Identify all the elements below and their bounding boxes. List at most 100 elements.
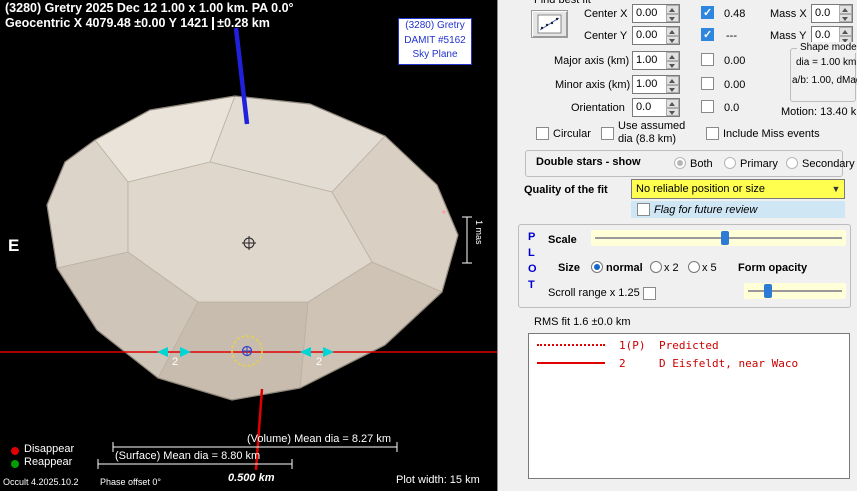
size-x5-radio[interactable] — [688, 261, 700, 273]
scroll-range-checkbox[interactable] — [643, 287, 656, 300]
scale-slider[interactable] — [591, 230, 846, 246]
star-dot — [442, 210, 445, 213]
asteroid-shape-model — [47, 96, 458, 400]
plot-letter-l: L — [528, 247, 535, 259]
circular-checkbox[interactable] — [536, 127, 549, 140]
plot-canvas — [0, 0, 497, 491]
plot-letter-p: P — [528, 231, 535, 243]
east-direction-label: E — [8, 236, 19, 256]
center-y-value[interactable]: 0.00 — [633, 27, 666, 44]
shape-model-ab: a/b: 1.00, dMag: 0.00 — [792, 75, 857, 86]
center-x-value[interactable]: 0.00 — [633, 5, 666, 22]
orientation-label: Orientation — [571, 102, 625, 114]
damit-id: DAMIT #5162 — [399, 34, 471, 49]
volume-mean-dia-label: (Volume) Mean dia = 8.27 km — [247, 433, 391, 445]
major-axis-down-icon[interactable] — [666, 61, 679, 70]
observer-name: D Eisfeldt, near Waco — [659, 357, 798, 370]
minor-axis-value[interactable]: 1.00 — [633, 76, 666, 93]
scale-slider-track[interactable] — [595, 237, 842, 239]
flag-review-checkbox[interactable] — [637, 203, 650, 216]
orientation-spinner[interactable]: 0.0 — [632, 98, 680, 117]
size-x2-radio[interactable] — [650, 261, 662, 273]
observer-listbox[interactable]: 1(P) Predicted 2 D Eisfeldt, near Waco — [528, 333, 850, 479]
double-stars-both-radio[interactable] — [674, 157, 686, 169]
object-name: (3280) Gretry — [399, 19, 471, 34]
major-axis-spinner[interactable]: 1.00 — [632, 51, 680, 70]
sky-plane-label: Sky Plane — [399, 48, 471, 63]
use-assumed-dia-label: Use assumed dia (8.8 km) — [618, 120, 698, 145]
geocentric-uncertainty: ±0.28 km — [217, 16, 270, 30]
mas-scale-label: 1 mas — [474, 220, 484, 245]
double-stars-primary-label: Primary — [740, 158, 778, 170]
center-y-error: --- — [726, 30, 737, 42]
find-best-fit-button[interactable] — [531, 10, 568, 38]
center-x-lock-checkbox[interactable] — [701, 6, 714, 19]
mass-x-up-icon[interactable] — [839, 5, 852, 14]
minor-axis-up-icon[interactable] — [666, 76, 679, 85]
center-y-spinner[interactable]: 0.00 — [632, 26, 680, 45]
quality-of-fit-dropdown[interactable]: No reliable position or size ▼ — [631, 179, 845, 199]
double-stars-both-label: Both — [690, 158, 713, 170]
circular-label: Circular — [553, 128, 591, 140]
scale-slider-thumb[interactable] — [721, 231, 729, 245]
major-axis-lock-checkbox[interactable] — [701, 53, 714, 66]
center-x-spinner[interactable]: 0.00 — [632, 4, 680, 23]
plot-letter-t: T — [528, 279, 535, 291]
major-axis-up-icon[interactable] — [666, 52, 679, 61]
center-y-lock-checkbox[interactable] — [701, 28, 714, 41]
opacity-slider-thumb[interactable] — [764, 284, 772, 298]
double-stars-secondary-radio[interactable] — [786, 157, 798, 169]
center-x-down-icon[interactable] — [666, 14, 679, 23]
orientation-value[interactable]: 0.0 — [633, 99, 666, 116]
occult-fit-window: (3280) Gretry 2025 Dec 12 1.00 x 1.00 km… — [0, 0, 857, 491]
legend-reappear: Reappear — [24, 456, 72, 468]
center-y-up-icon[interactable] — [666, 27, 679, 36]
minor-axis-spinner[interactable]: 1.00 — [632, 75, 680, 94]
mass-x-value[interactable]: 0.0 — [812, 5, 839, 22]
mass-x-spinner[interactable]: 0.0 — [811, 4, 853, 23]
size-normal-label: normal — [606, 262, 643, 274]
major-axis-label: Major axis (km) — [554, 55, 629, 67]
use-assumed-dia-checkbox[interactable] — [601, 127, 614, 140]
legend-disappear: Disappear — [24, 443, 74, 455]
minor-axis-label: Minor axis (km) — [555, 79, 630, 91]
orientation-down-icon[interactable] — [666, 108, 679, 117]
scale-km-label: 0.500 km — [228, 472, 274, 484]
orientation-error: 0.0 — [724, 102, 739, 114]
disappear-dot-icon — [11, 447, 19, 455]
opacity-slider-track[interactable] — [748, 290, 842, 292]
observer-row-predicted[interactable]: 1(P) Predicted — [529, 338, 849, 352]
center-x-label: Center X — [584, 8, 627, 20]
mass-y-up-icon[interactable] — [839, 27, 852, 36]
scroll-range-label: Scroll range x 1.25 — [548, 287, 640, 299]
sky-plane-plot[interactable]: (3280) Gretry 2025 Dec 12 1.00 x 1.00 km… — [0, 0, 497, 491]
size-normal-radio[interactable] — [591, 261, 603, 273]
motion-label: Motion: 13.40 km/s — [781, 106, 857, 118]
size-x2-label: x 2 — [664, 262, 679, 274]
geocentric-coords: Geocentric X 4079.48 ±0.00 Y 1421 — [5, 16, 208, 30]
include-miss-label: Include Miss events — [723, 128, 820, 140]
orientation-up-icon[interactable] — [666, 99, 679, 108]
major-axis-value[interactable]: 1.00 — [633, 52, 666, 69]
chevron-down-icon[interactable]: ▼ — [828, 184, 844, 194]
scatter-fit-icon — [532, 11, 567, 37]
mass-x-label: Mass X — [770, 8, 807, 20]
center-x-up-icon[interactable] — [666, 5, 679, 14]
double-stars-primary-radio[interactable] — [724, 157, 736, 169]
surface-mean-dia-label: (Surface) Mean dia = 8.80 km — [115, 450, 260, 462]
minor-axis-lock-checkbox[interactable] — [701, 77, 714, 90]
shape-model-dia: dia = 1.00 km — [796, 57, 856, 68]
mas-scale-bar — [462, 217, 472, 263]
minor-axis-error: 0.00 — [724, 79, 745, 91]
form-opacity-label: Form opacity — [738, 262, 807, 274]
mass-x-down-icon[interactable] — [839, 14, 852, 23]
include-miss-checkbox[interactable] — [706, 127, 719, 140]
observer-row-eisfeldt[interactable]: 2 D Eisfeldt, near Waco — [529, 356, 849, 370]
text-cursor — [212, 17, 214, 30]
opacity-slider[interactable] — [744, 283, 846, 299]
center-y-down-icon[interactable] — [666, 36, 679, 45]
orientation-lock-checkbox[interactable] — [701, 100, 714, 113]
phase-offset-label: Phase offset 0° — [100, 477, 161, 487]
observer-number: 1(P) — [619, 339, 659, 352]
minor-axis-down-icon[interactable] — [666, 85, 679, 94]
